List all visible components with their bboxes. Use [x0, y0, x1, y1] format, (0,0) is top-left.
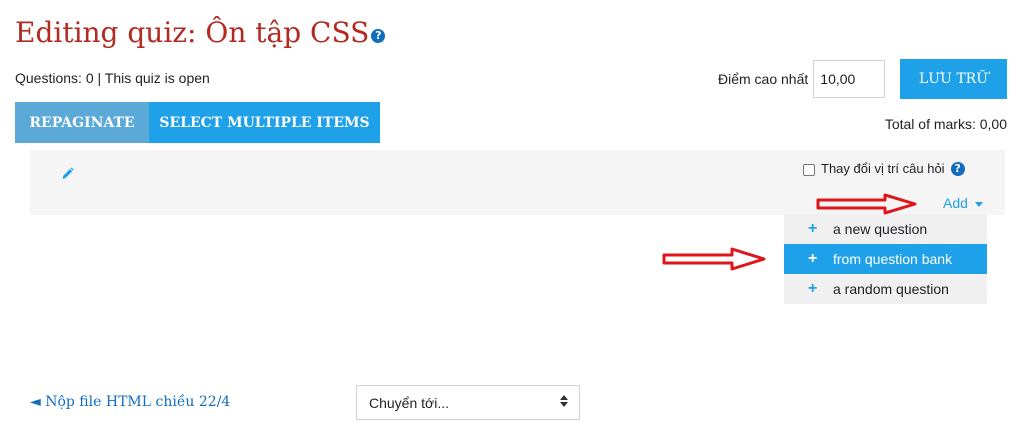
menu-item-new-question[interactable]: + a new question: [784, 214, 987, 244]
add-label: Add: [943, 195, 968, 211]
total-marks: Total of marks: 0,00: [884, 116, 1007, 132]
quiz-info-text: Questions: 0 | This quiz is open: [15, 70, 210, 86]
plus-icon: +: [808, 280, 818, 297]
menu-item-question-bank[interactable]: + from question bank: [784, 244, 987, 274]
menu-item-label: a random question: [833, 281, 949, 297]
menu-item-label: from question bank: [833, 251, 953, 267]
max-grade-group: Điểm cao nhất: [718, 60, 886, 98]
plus-icon: +: [808, 250, 818, 267]
help-icon[interactable]: ?: [371, 28, 386, 43]
max-grade-label: Điểm cao nhất: [718, 71, 809, 87]
page-title-text: Editing quiz: Ôn tập CSS: [15, 16, 370, 49]
shuffle-option: Thay đổi vị trí câu hỏi ?: [803, 161, 965, 176]
select-multiple-button[interactable]: SELECT MULTIPLE ITEMS: [149, 102, 380, 143]
shuffle-label: Thay đổi vị trí câu hỏi: [821, 161, 945, 176]
repaginate-button[interactable]: REPAGINATE: [15, 102, 149, 143]
menu-item-random-question[interactable]: + a random question: [784, 274, 987, 304]
caret-down-icon: [974, 201, 983, 207]
menu-item-label: a new question: [833, 221, 928, 237]
add-menu: + a new question + from question bank + …: [784, 214, 987, 304]
jump-to-value: Chuyển tới...: [369, 394, 449, 411]
plus-icon: +: [808, 220, 818, 237]
max-grade-input[interactable]: [813, 60, 886, 98]
page-title: Editing quiz: Ôn tập CSS ?: [15, 16, 386, 49]
help-icon[interactable]: ?: [950, 161, 965, 176]
pencil-icon[interactable]: [61, 166, 75, 182]
select-arrows-icon: [560, 395, 568, 407]
add-dropdown-toggle[interactable]: Add: [943, 195, 983, 211]
annotation-arrow-icon: [662, 247, 766, 271]
save-button[interactable]: LƯU TRỮ: [900, 59, 1007, 99]
jump-to-select[interactable]: Chuyển tới...: [356, 385, 580, 420]
previous-activity-link[interactable]: ◄ Nộp file HTML chiều 22/4: [30, 394, 230, 410]
shuffle-checkbox[interactable]: [803, 163, 815, 176]
annotation-arrow-icon: [816, 193, 917, 215]
